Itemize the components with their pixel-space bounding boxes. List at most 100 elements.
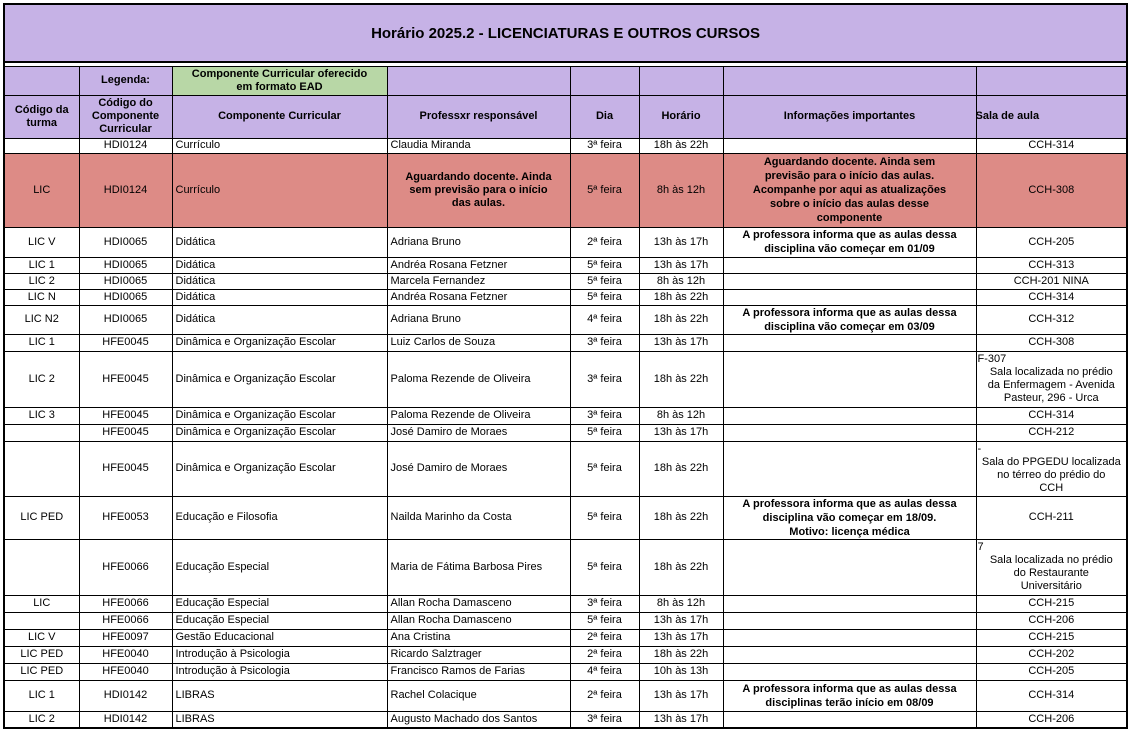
table-row: LIC PED HFE0040 Introdução à Psicologia … <box>4 646 1127 663</box>
cell-professor: Adriana Bruno <box>387 227 570 257</box>
cell-professor: Nailda Marinho da Costa <box>387 496 570 539</box>
sala-text: Sala do PPGEDU localizada no térreo do p… <box>978 456 1126 495</box>
cell-turma: LIC N2 <box>4 305 79 334</box>
cell-horario: 18h às 22h <box>639 539 723 595</box>
cell-dia: 4ª feira <box>570 305 639 334</box>
sala-text: CCH-211 <box>978 511 1126 524</box>
cell-sala: CCH-206 <box>976 612 1127 629</box>
cell-turma <box>4 441 79 496</box>
cell-informacoes: A professora informa que as aulas dessa … <box>723 680 976 711</box>
sala-text: CCH-314 <box>978 409 1126 422</box>
legend-empty-cell <box>723 66 976 95</box>
cell-turma: LIC <box>4 153 79 227</box>
cell-sala: CCH-201 NINA <box>976 273 1127 289</box>
cell-componente: Didática <box>172 273 387 289</box>
table-row: LIC N HDI0065 Didática Andréa Rosana Fet… <box>4 289 1127 305</box>
cell-sala: CCH-205 <box>976 227 1127 257</box>
cell-horario: 10h às 13h <box>639 663 723 680</box>
cell-sala: CCH-211 <box>976 496 1127 539</box>
cell-dia: 5ª feira <box>570 289 639 305</box>
col-header-sala: Sala de aula <box>976 95 1127 138</box>
cell-dia: 5ª feira <box>570 424 639 441</box>
cell-informacoes: A professora informa que as aulas dessa … <box>723 227 976 257</box>
cell-componente: Educação Especial <box>172 612 387 629</box>
cell-horario: 13h às 17h <box>639 711 723 728</box>
cell-informacoes <box>723 351 976 407</box>
cell-dia: 5ª feira <box>570 496 639 539</box>
cell-horario: 18h às 22h <box>639 496 723 539</box>
col-header-componente: Componente Curricular <box>172 95 387 138</box>
cell-informacoes <box>723 663 976 680</box>
table-row: LIC 1 HDI0065 Didática Andréa Rosana Fet… <box>4 257 1127 273</box>
table-row: LIC HFE0066 Educação Especial Allan Roch… <box>4 595 1127 612</box>
cell-turma <box>4 424 79 441</box>
cell-horario: 13h às 17h <box>639 612 723 629</box>
cell-codigo: HFE0053 <box>79 496 172 539</box>
sala-text: CCH-215 <box>978 631 1126 644</box>
cell-codigo: HFE0045 <box>79 334 172 351</box>
sala-text: CCH-215 <box>978 597 1126 610</box>
cell-sala: CCH-308 <box>976 334 1127 351</box>
cell-componente: Educação e Filosofia <box>172 496 387 539</box>
cell-codigo: HDI0124 <box>79 153 172 227</box>
sala-text: CCH-313 <box>978 259 1126 272</box>
sala-room-code: F-307 <box>978 353 1126 366</box>
cell-codigo: HDI0065 <box>79 257 172 273</box>
cell-informacoes: Aguardando docente. Ainda sem previsão p… <box>723 153 976 227</box>
cell-horario: 18h às 22h <box>639 351 723 407</box>
table-row: LIC V HFE0097 Gestão Educacional Ana Cri… <box>4 629 1127 646</box>
table-row: HFE0066 Educação Especial Allan Rocha Da… <box>4 612 1127 629</box>
sala-text: CCH-206 <box>978 713 1126 726</box>
sala-text: CCH-205 <box>978 665 1126 678</box>
cell-sala: CCH-312 <box>976 305 1127 334</box>
table-row: LIC 2 HDI0142 LIBRAS Augusto Machado dos… <box>4 711 1127 728</box>
cell-dia: 3ª feira <box>570 595 639 612</box>
cell-turma: LIC 1 <box>4 680 79 711</box>
cell-componente: LIBRAS <box>172 711 387 728</box>
cell-componente: Didática <box>172 305 387 334</box>
table-row: HDI0124 Currículo Claudia Miranda 3ª fei… <box>4 138 1127 153</box>
cell-sala: 7Sala localizada no prédio do Restaurant… <box>976 539 1127 595</box>
cell-horario: 13h às 17h <box>639 424 723 441</box>
cell-codigo: HFE0045 <box>79 407 172 424</box>
cell-turma: LIC PED <box>4 663 79 680</box>
cell-dia: 3ª feira <box>570 407 639 424</box>
sala-text: CCH-205 <box>978 236 1126 249</box>
cell-componente: Educação Especial <box>172 595 387 612</box>
table-row: HFE0045 Dinâmica e Organização Escolar J… <box>4 424 1127 441</box>
cell-componente: Introdução à Psicologia <box>172 646 387 663</box>
cell-sala: CCH-314 <box>976 407 1127 424</box>
cell-codigo: HFE0045 <box>79 351 172 407</box>
column-header-row: Código da turma Código do Componente Cur… <box>4 95 1127 138</box>
table-row: LIC PED HFE0053 Educação e Filosofia Nai… <box>4 496 1127 539</box>
cell-informacoes <box>723 539 976 595</box>
legend-ead-cell: Componente Curricular oferecido em forma… <box>172 66 387 95</box>
cell-componente: Currículo <box>172 138 387 153</box>
cell-codigo: HDI0065 <box>79 305 172 334</box>
cell-professor: Luiz Carlos de Souza <box>387 334 570 351</box>
table-row: LIC 1 HFE0045 Dinâmica e Organização Esc… <box>4 334 1127 351</box>
cell-horario: 18h às 22h <box>639 646 723 663</box>
cell-turma: LIC PED <box>4 646 79 663</box>
cell-codigo: HDI0142 <box>79 680 172 711</box>
cell-codigo: HFE0040 <box>79 663 172 680</box>
legend-empty-cell <box>387 66 570 95</box>
cell-codigo: HFE0045 <box>79 424 172 441</box>
cell-horario: 8h às 12h <box>639 153 723 227</box>
sala-text: CCH-206 <box>978 614 1126 627</box>
cell-codigo: HFE0066 <box>79 539 172 595</box>
cell-componente: Dinâmica e Organização Escolar <box>172 351 387 407</box>
cell-turma <box>4 138 79 153</box>
cell-componente: Dinâmica e Organização Escolar <box>172 407 387 424</box>
cell-informacoes: A professora informa que as aulas dessa … <box>723 305 976 334</box>
sala-text: CCH-314 <box>978 689 1126 702</box>
cell-sala: CCH-314 <box>976 289 1127 305</box>
legend-empty-cell <box>639 66 723 95</box>
cell-professor: Adriana Bruno <box>387 305 570 334</box>
cell-informacoes <box>723 138 976 153</box>
cell-dia: 3ª feira <box>570 138 639 153</box>
cell-informacoes <box>723 441 976 496</box>
cell-sala: F-307Sala localizada no prédio da Enferm… <box>976 351 1127 407</box>
cell-dia: 2ª feira <box>570 227 639 257</box>
sala-text: Sala localizada no prédio do Restaurante… <box>978 554 1126 593</box>
